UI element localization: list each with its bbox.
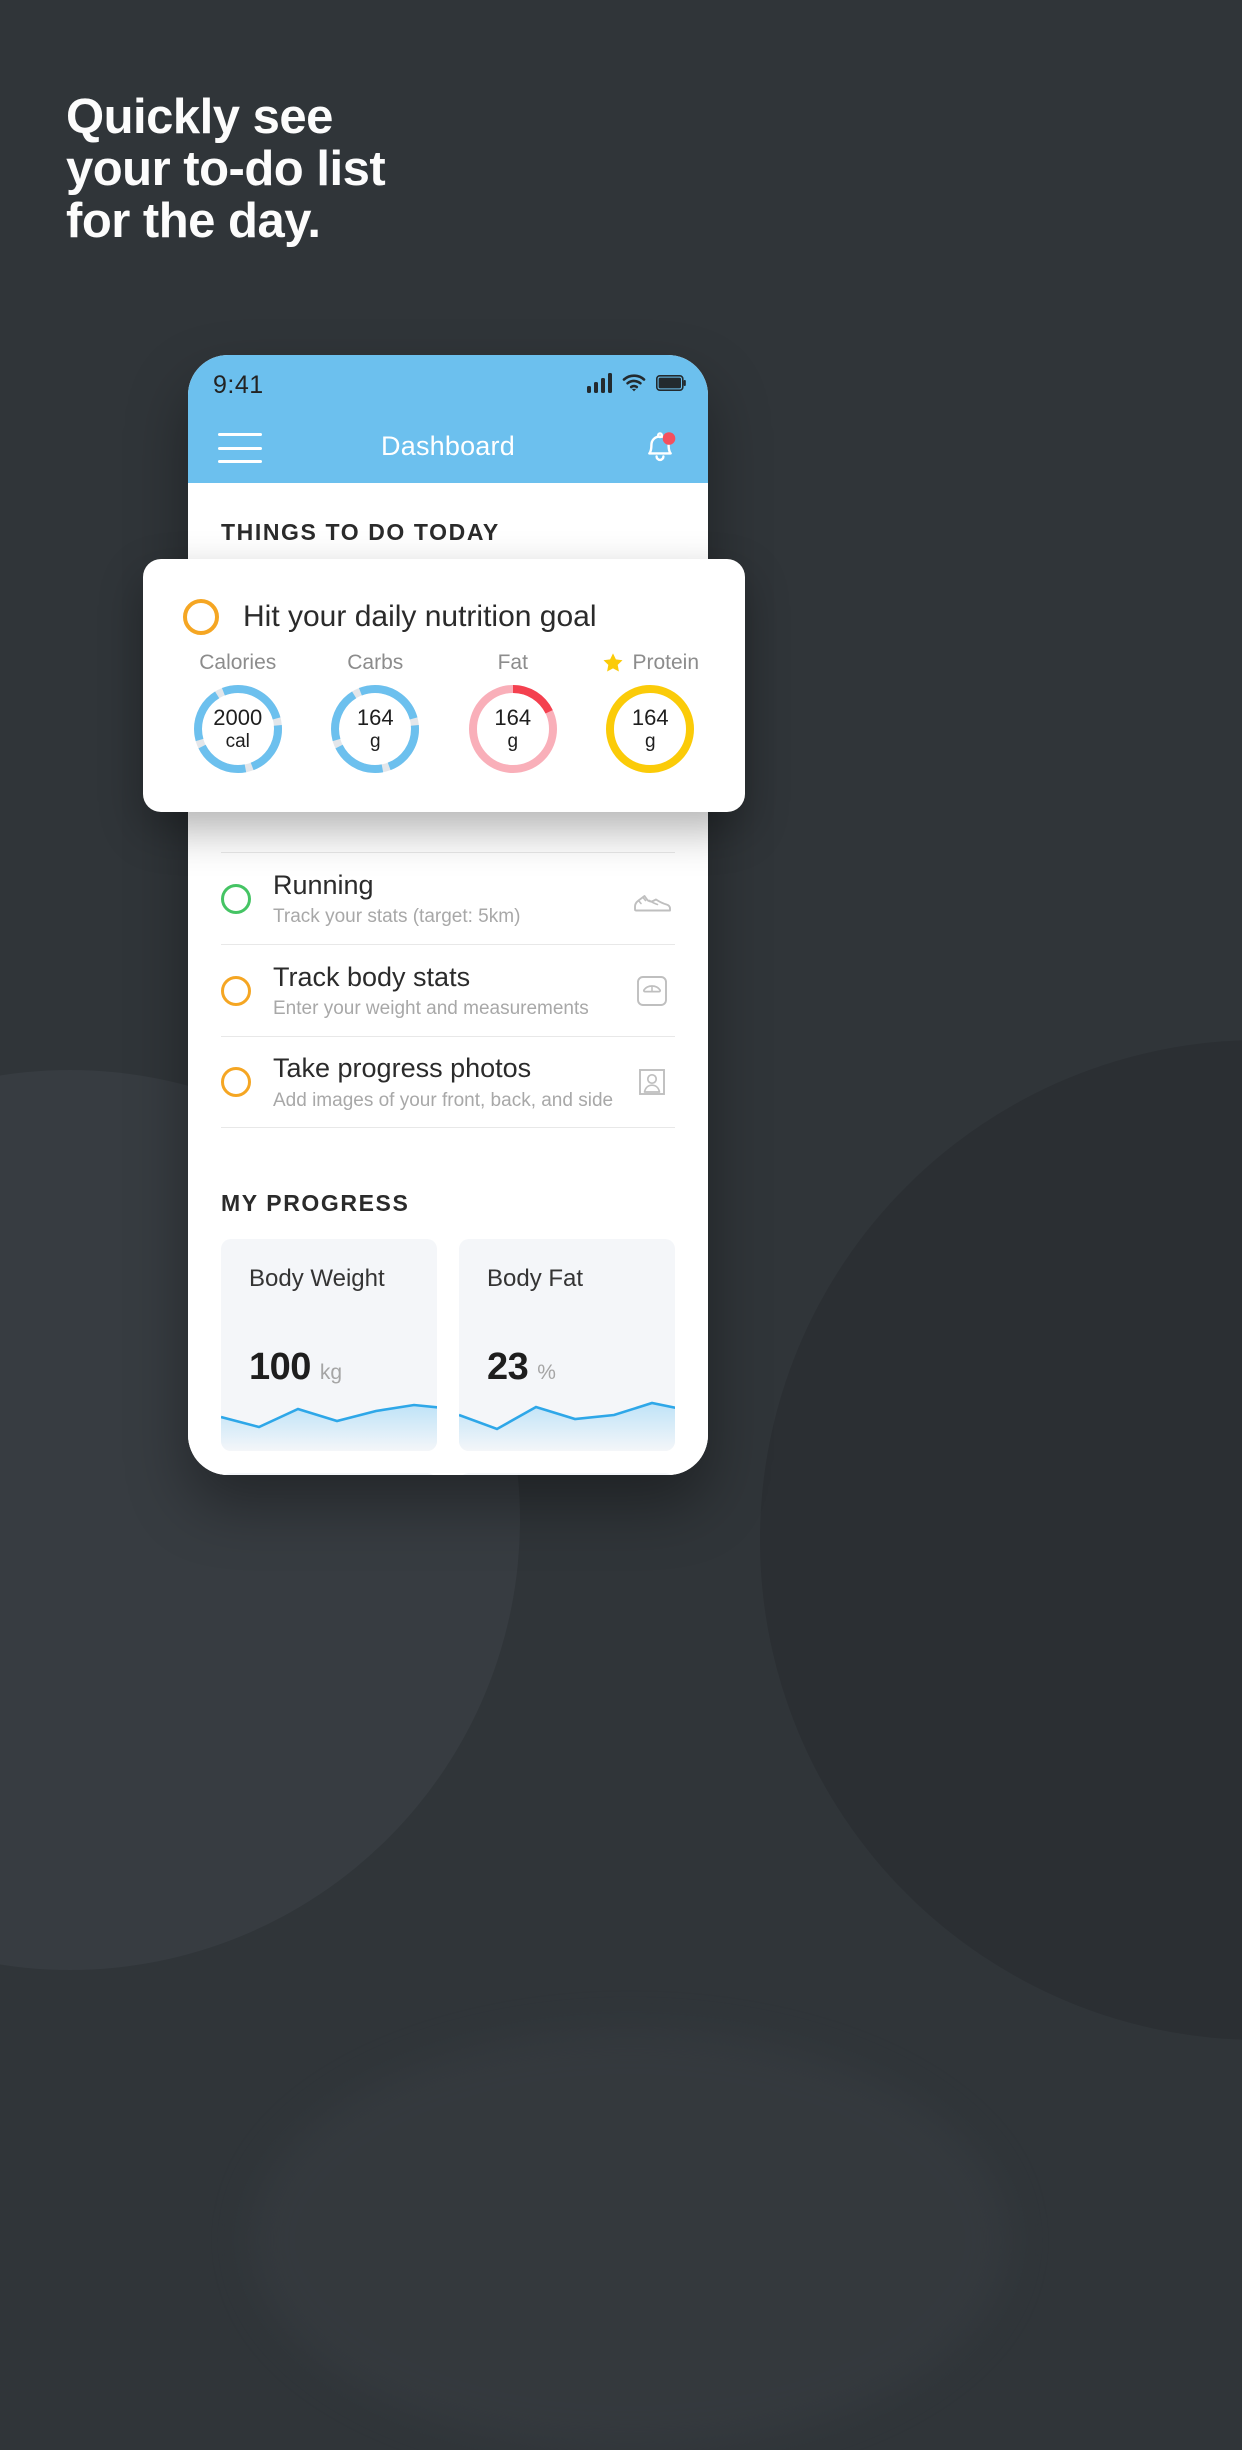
todo-text: Take progress photos Add images of your … xyxy=(273,1052,629,1112)
nutrition-goal-card[interactable]: Hit your daily nutrition goal Calories 2… xyxy=(143,559,745,812)
todo-subtitle: Add images of your front, back, and side xyxy=(273,1089,614,1111)
signal-bars-icon xyxy=(587,373,612,393)
weight-scale-icon xyxy=(629,968,675,1014)
todo-checkbox-ring[interactable] xyxy=(221,975,251,1006)
macro-label-row: Fat xyxy=(498,651,528,675)
macro-label: Calories xyxy=(199,651,277,674)
macro-label-row: Protein xyxy=(601,651,699,675)
macro-value: 164 xyxy=(631,705,669,731)
macro-values: 2000 cal xyxy=(190,681,286,777)
macro-unit: g xyxy=(507,730,519,752)
macro-unit: g xyxy=(369,730,381,752)
section-heading-progress: MY PROGRESS xyxy=(221,1190,410,1216)
macro-label-row: Carbs xyxy=(347,651,403,675)
todo-subtitle: Track your stats (target: 5km) xyxy=(273,906,521,928)
macro-values: 164 g xyxy=(465,681,561,777)
headline-line-3: for the day. xyxy=(66,193,321,248)
nutrition-card-title: Hit your daily nutrition goal xyxy=(243,600,597,633)
macro-label-row: Calories xyxy=(199,651,276,675)
wifi-icon xyxy=(622,374,646,392)
progress-card-unit: kg xyxy=(319,1361,343,1384)
progress-card-partial[interactable] xyxy=(221,1473,437,1475)
headline-line-1: Quickly see xyxy=(66,90,333,144)
todo-text: Track body stats Enter your weight and m… xyxy=(273,961,629,1021)
status-icons xyxy=(587,373,686,393)
background-shape-right xyxy=(760,1040,1242,2040)
progress-card-body-weight[interactable]: Body Weight 100 kg xyxy=(221,1239,437,1451)
todo-row[interactable]: Track body stats Enter your weight and m… xyxy=(221,944,675,1036)
macro-protein[interactable]: Protein 164 g xyxy=(582,651,720,777)
progress-card-number: 100 xyxy=(249,1346,311,1388)
todo-checkbox-ring[interactable] xyxy=(221,1067,251,1097)
nutrition-checkbox-ring[interactable] xyxy=(183,599,219,635)
macro-label: Protein xyxy=(632,651,700,674)
marketing-headline: Quickly see your to-do list for the day. xyxy=(66,90,386,248)
macro-progress-ring: 164 g xyxy=(327,681,423,777)
status-time: 9:41 xyxy=(213,371,264,399)
todo-checkbox-ring[interactable] xyxy=(221,883,251,914)
macro-unit: cal xyxy=(225,730,250,752)
photo-person-icon xyxy=(629,1059,675,1105)
notification-badge-dot xyxy=(662,432,676,445)
progress-card-number: 23 xyxy=(487,1346,529,1388)
macro-values: 164 g xyxy=(602,681,698,777)
progress-card-label: Body Fat xyxy=(487,1265,584,1292)
progress-card-value: 23 % xyxy=(487,1346,556,1389)
notification-bell-button[interactable] xyxy=(638,427,682,471)
todo-row[interactable]: Take progress photos Add images of your … xyxy=(221,1036,675,1128)
macro-label: Carbs xyxy=(347,651,404,674)
macro-label: Fat xyxy=(497,651,528,674)
macro-calories[interactable]: Calories 2000 cal xyxy=(169,651,307,777)
todo-subtitle: Enter your weight and measurements xyxy=(273,998,589,1020)
todo-title: Take progress photos xyxy=(273,1053,532,1084)
macro-carbs[interactable]: Carbs 164 g xyxy=(307,651,445,777)
macro-values: 164 g xyxy=(327,681,423,777)
todo-row[interactable]: Running Track your stats (target: 5km) xyxy=(221,852,675,944)
progress-card-partial[interactable] xyxy=(459,1473,675,1475)
phone-mockup: 9:41 Dashboard THINGS TO DO TODAY Runnin… xyxy=(188,355,708,1475)
progress-card-unit: % xyxy=(537,1361,556,1384)
sneaker-icon xyxy=(629,876,675,922)
battery-icon xyxy=(656,375,686,391)
headline-line-2: your to-do list xyxy=(66,141,386,196)
macro-fat[interactable]: Fat 164 g xyxy=(444,651,582,777)
sparkline-chart xyxy=(459,1401,675,1451)
macro-value: 2000 xyxy=(213,705,263,731)
progress-card-grid-secondary xyxy=(188,1451,708,1475)
progress-card-value: 100 kg xyxy=(249,1346,342,1389)
nutrition-card-header: Hit your daily nutrition goal xyxy=(143,559,745,635)
progress-card-label: Body Weight xyxy=(249,1265,385,1292)
macro-value: 164 xyxy=(356,705,394,731)
progress-card-grid: Body Weight 100 kg Body Fat 23 % xyxy=(188,1217,708,1451)
todo-title: Track body stats xyxy=(273,961,471,992)
progress-card-body-fat[interactable]: Body Fat 23 % xyxy=(459,1239,675,1451)
sparkline-chart xyxy=(221,1403,437,1451)
section-heading-todo: THINGS TO DO TODAY xyxy=(221,519,500,545)
macro-progress-ring: 164 g xyxy=(602,681,698,777)
todo-text: Running Track your stats (target: 5km) xyxy=(273,869,629,929)
notification-bell-icon xyxy=(648,432,676,462)
page-title: Dashboard xyxy=(381,431,515,461)
status-bar: 9:41 xyxy=(188,355,708,413)
macro-unit: g xyxy=(644,730,656,752)
star-icon xyxy=(603,653,623,672)
macro-value: 164 xyxy=(494,705,532,731)
macro-progress-ring: 2000 cal xyxy=(190,681,286,777)
app-bar: Dashboard xyxy=(188,413,708,483)
macro-progress-ring: 164 g xyxy=(465,681,561,777)
macro-ring-row: Calories 2000 cal Carbs 164 g Fat 164 g … xyxy=(143,635,745,777)
todo-title: Running xyxy=(273,869,374,900)
background-shape-bottom xyxy=(250,2030,1010,2450)
